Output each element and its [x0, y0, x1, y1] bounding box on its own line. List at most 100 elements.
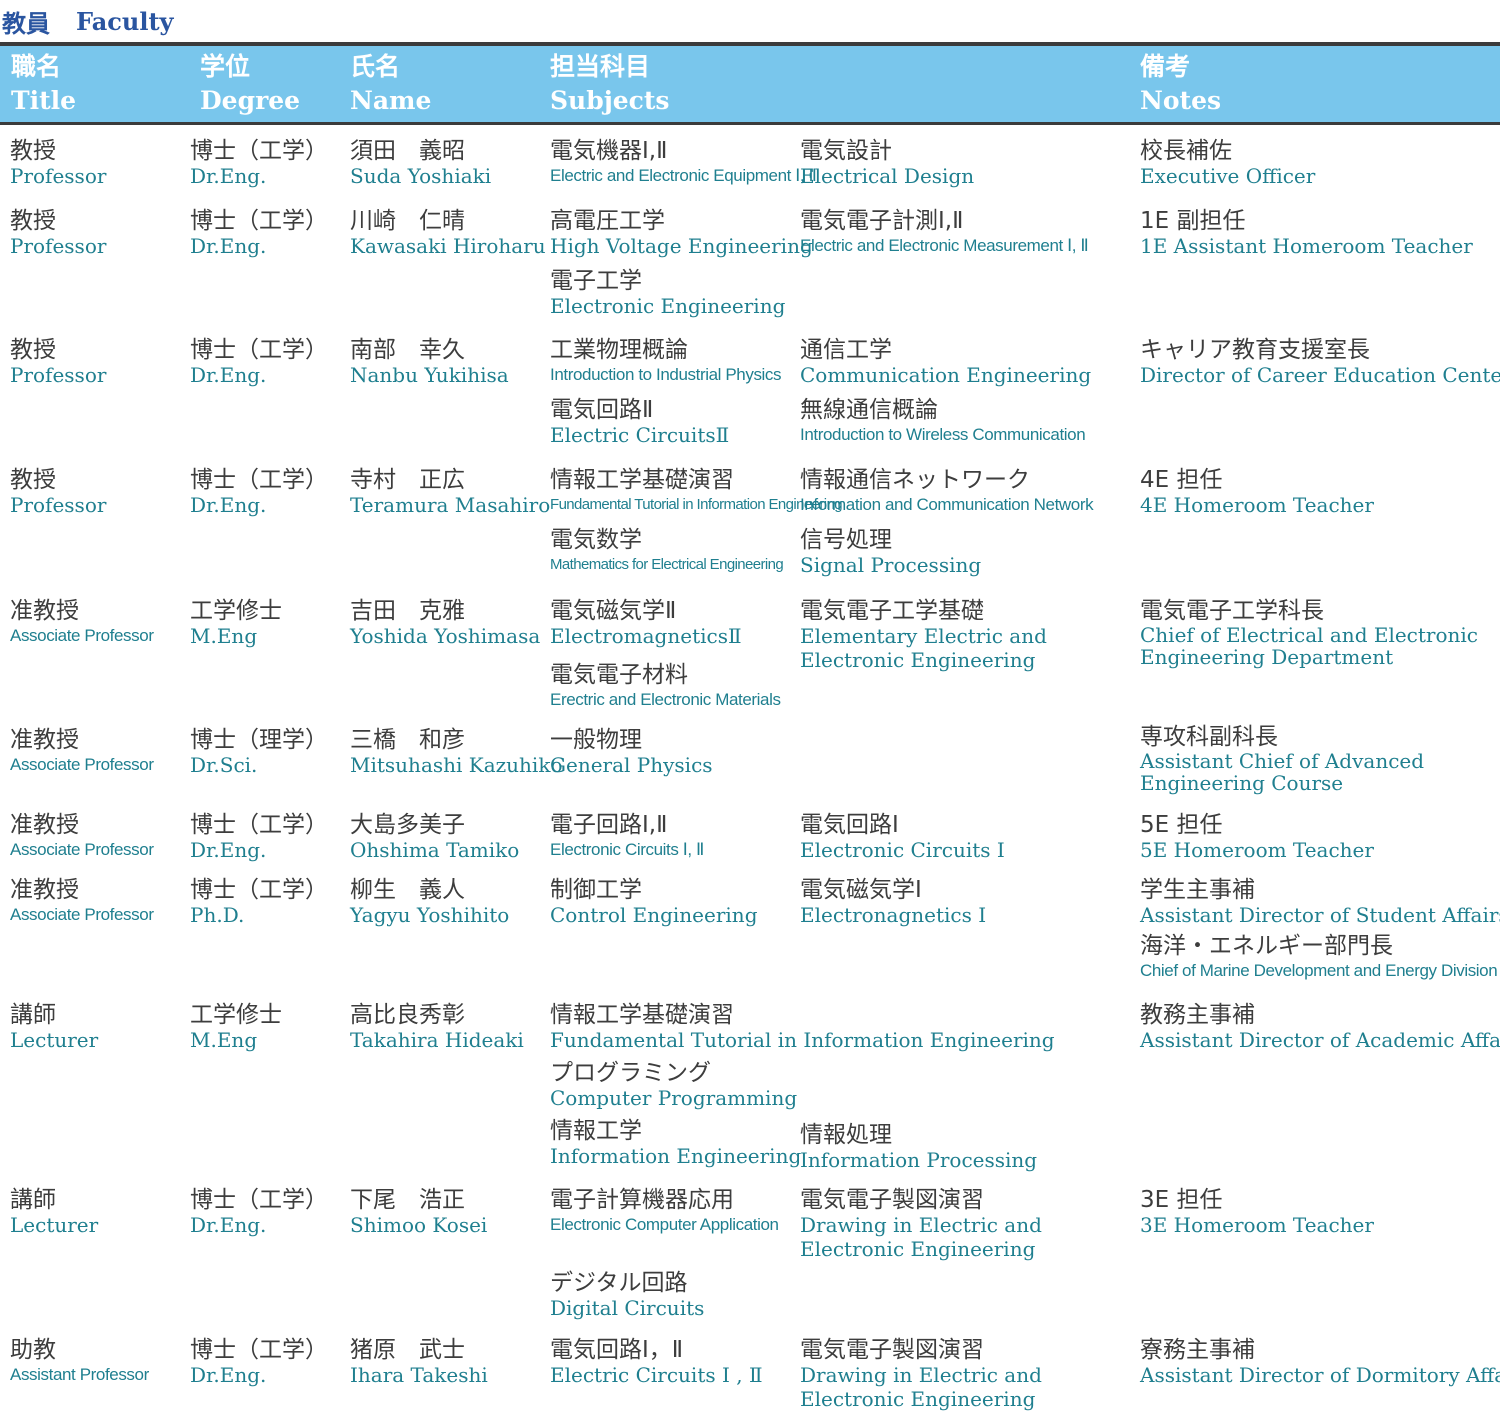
subject-item: 電気電子計測Ⅰ,Ⅱ Electric and Electronic Measure… — [800, 208, 1089, 258]
faculty-name: 三橋 和彦 Mitsuhashi Kazuhiko — [350, 727, 562, 777]
faculty-degree-jp: 博士（工学） — [190, 138, 328, 164]
subject-item: 情報工学基礎演習 Fundamental Tutorial in Informat… — [550, 1002, 1055, 1052]
subject-item: 電子回路Ⅰ,Ⅱ Electronic Circuits Ⅰ, Ⅱ — [550, 812, 704, 862]
note-en: 1E Assistant Homeroom Teacher — [1140, 234, 1473, 258]
subject-jp: 電気電子工学基礎 — [800, 598, 984, 624]
note-item: 3E 担任 3E Homeroom Teacher — [1140, 1187, 1374, 1237]
note-jp: 校長補佐 — [1140, 138, 1232, 164]
subject-item: 電気磁気学Ⅰ Electronagnetics Ⅰ — [800, 877, 986, 927]
faculty-title-en: Lecturer — [10, 1028, 99, 1052]
subject-jp: 制御工学 — [550, 877, 642, 903]
faculty-degree-jp: 博士（理学） — [190, 727, 328, 753]
faculty-title-en: Lecturer — [10, 1213, 99, 1237]
subject-en: Electric Circuits Ⅰ , Ⅱ — [550, 1363, 763, 1387]
subject-jp: 電気電子製図演習 — [800, 1337, 984, 1363]
subject-en: Control Engineering — [550, 903, 758, 927]
faculty-title: 准教授 Associate Professor — [10, 598, 154, 648]
faculty-title-jp: 准教授 — [10, 877, 79, 903]
note-item: 学生主事補 Assistant Director of Student Affai… — [1140, 877, 1500, 927]
faculty-degree: 博士（工学） Dr.Eng. — [190, 467, 328, 517]
subject-jp: 情報工学基礎演習 — [550, 1002, 734, 1028]
note-en: Chief of Electrical and Electronic Engin… — [1140, 623, 1478, 669]
subject-item: 制御工学 Control Engineering — [550, 877, 758, 927]
subject-jp: 電気数学 — [550, 527, 642, 553]
faculty-title-jp: 講師 — [10, 1002, 56, 1028]
subject-en: Electric CircuitsⅡ — [550, 423, 730, 447]
subject-jp: 一般物理 — [550, 727, 642, 753]
faculty-name-en: Yagyu Yoshihito — [350, 903, 510, 927]
subject-jp: 電子回路Ⅰ,Ⅱ — [550, 812, 668, 838]
table-header: 職名 Title 学位 Degree 氏名 Name 担当科目 Subjects… — [0, 46, 1500, 122]
note-jp: 教務主事補 — [1140, 1002, 1255, 1028]
subject-item: プログラミング Computer Programming — [550, 1060, 797, 1110]
note-item: 校長補佐 Executive Officer — [1140, 138, 1315, 188]
faculty-degree-en: M.Eng — [190, 1028, 258, 1052]
note-en: Assistant Director of Academic Affairs — [1140, 1028, 1500, 1052]
faculty-title-en: Assistant Professor — [10, 1365, 149, 1384]
faculty-name-en: Suda Yoshiaki — [350, 164, 492, 188]
subject-en: General Physics — [550, 753, 713, 777]
faculty-title-jp: 教授 — [10, 138, 56, 164]
subject-en: High Voltage Engineering — [550, 234, 813, 258]
faculty-degree-jp: 博士（工学） — [190, 208, 328, 234]
faculty-title: 准教授 Associate Professor — [10, 727, 154, 777]
faculty-name-jp: 大島多美子 — [350, 812, 465, 838]
faculty-title-en: Professor — [10, 493, 107, 517]
note-en: Director of Career Education Center — [1140, 363, 1500, 387]
note-jp: 専攻科副科長 — [1140, 724, 1278, 750]
subject-en: Introduction to Industrial Physics — [550, 365, 782, 384]
subject-jp: 電気回路Ⅰ，Ⅱ — [550, 1337, 684, 1363]
faculty-name-en: Kawasaki Hiroharu — [350, 234, 546, 258]
subject-jp: 情報工学基礎演習 — [550, 467, 734, 493]
faculty-degree-jp: 博士（工学） — [190, 1187, 328, 1213]
subject-item: 情報処理 Information Processing — [800, 1122, 1037, 1172]
subject-jp: 情報処理 — [800, 1122, 892, 1148]
note-jp: 電気電子工学科長 — [1140, 598, 1324, 624]
faculty-title-jp: 教授 — [10, 337, 56, 363]
subject-item: 電気数学 Mathematics for Electrical Engineeri… — [550, 527, 784, 577]
subject-en: Computer Programming — [550, 1086, 798, 1110]
faculty-degree-en: Dr.Eng. — [190, 1363, 267, 1387]
header-name-jp: 氏名 — [350, 52, 401, 81]
subject-jp: 無線通信概論 — [800, 397, 938, 423]
faculty-name-en: Nanbu Yukihisa — [350, 363, 509, 387]
subject-item: 無線通信概論 Introduction to Wireless Communica… — [800, 397, 1086, 447]
faculty-name: 須田 義昭 Suda Yoshiaki — [350, 138, 491, 188]
note-jp: 4E 担任 — [1140, 467, 1223, 493]
faculty-title-jp: 准教授 — [10, 812, 79, 838]
faculty-name-en: Ohshima Tamiko — [350, 838, 520, 862]
subject-jp: 電気磁気学Ⅰ — [800, 877, 922, 903]
faculty-name-jp: 下尾 浩正 — [350, 1187, 465, 1213]
note-jp: 寮務主事補 — [1140, 1337, 1255, 1363]
header-title: 職名 Title — [11, 51, 76, 119]
faculty-name: 南部 幸久 Nanbu Yukihisa — [350, 337, 509, 387]
faculty-title: 教授 Professor — [10, 138, 106, 188]
subject-en: Communication Engineering — [800, 363, 1092, 387]
note-jp: 1E 副担任 — [1140, 208, 1246, 234]
subject-item: 通信工学 Communication Engineering — [800, 337, 1091, 387]
header-notes-jp: 備考 — [1140, 52, 1191, 81]
subject-en: Digital Circuits — [550, 1296, 705, 1320]
faculty-title-jp: 准教授 — [10, 598, 79, 624]
faculty-name-en: Mitsuhashi Kazuhiko — [350, 753, 563, 777]
faculty-degree-jp: 工学修士 — [190, 598, 282, 624]
subject-item: 工業物理概論 Introduction to Industrial Physics — [550, 337, 782, 387]
note-item: 専攻科副科長 Assistant Chief of Advanced Engine… — [1140, 724, 1440, 794]
faculty-degree: 博士（工学） Ph.D. — [190, 877, 328, 927]
faculty-title: 教授 Professor — [10, 337, 106, 387]
faculty-name-jp: 猪原 武士 — [350, 1337, 465, 1363]
subject-en: ElectromagneticsⅡ — [550, 624, 742, 648]
faculty-name-jp: 柳生 義人 — [350, 877, 465, 903]
subject-jp: 高電圧工学 — [550, 208, 665, 234]
faculty-name-jp: 南部 幸久 — [350, 337, 465, 363]
subject-jp: 電子工学 — [550, 268, 642, 294]
faculty-title-en: Professor — [10, 234, 107, 258]
faculty-degree-en: Dr.Eng. — [190, 164, 267, 188]
note-jp: 3E 担任 — [1140, 1187, 1223, 1213]
subject-item: 電気回路Ⅰ Electronic Circuits Ⅰ — [800, 812, 1005, 862]
subject-item: 電気磁気学Ⅱ ElectromagneticsⅡ — [550, 598, 742, 648]
subject-item: 高電圧工学 High Voltage Engineering — [550, 208, 813, 258]
faculty-degree: 博士（工学） Dr.Eng. — [190, 337, 328, 387]
page-title: 教員 Faculty — [2, 0, 174, 42]
faculty-name: 猪原 武士 Ihara Takeshi — [350, 1337, 488, 1387]
